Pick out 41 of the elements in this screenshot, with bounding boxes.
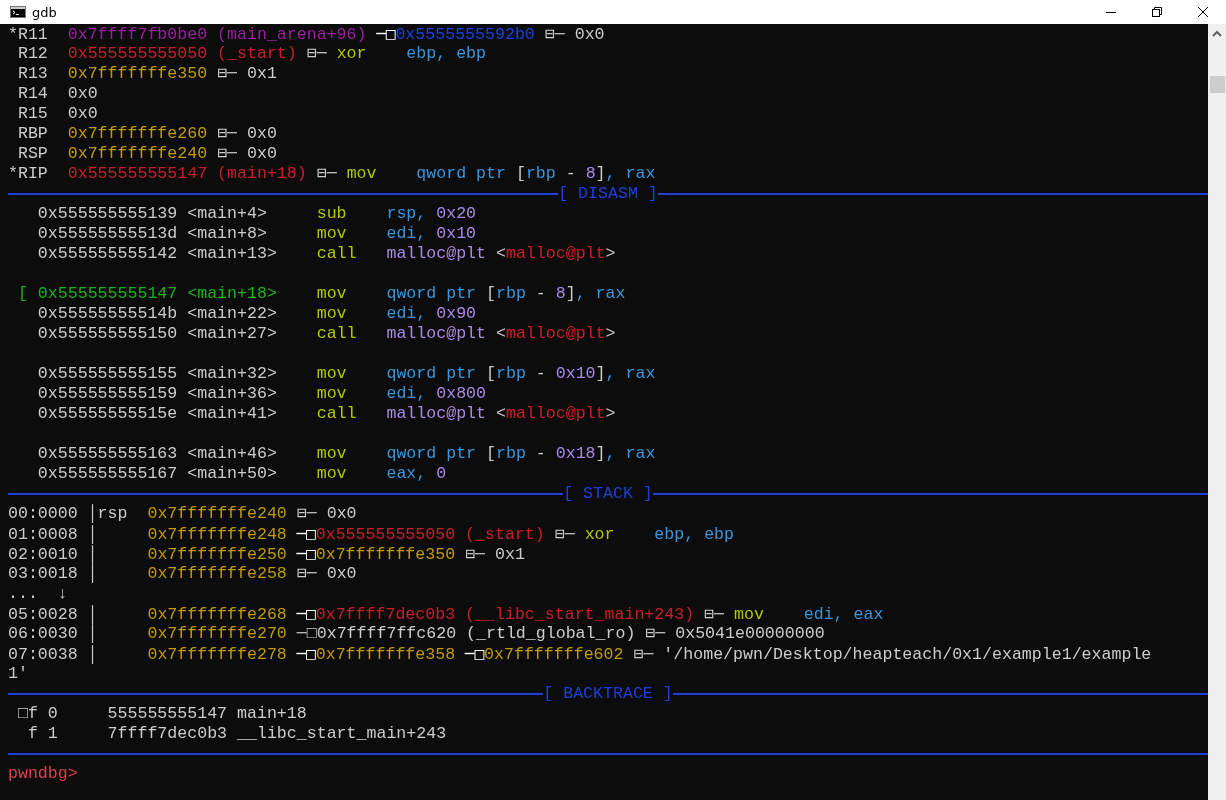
terminal-line: 07:0038 │ 0x7fffffffe278 ─□0x7fffffffe358 ─□0x7fffffffe602 ⊟─ '/home/pwn/Desktop/heapteach/0x1/example1/example xyxy=(8,644,1152,664)
terminal-line: 0x555555555167 <main+50> mov eax, 0 xyxy=(36,464,447,484)
terminal-line: *R11 0x7ffff7fb0be0 (main_arena+96) ─□0x5555555592b0 ⊟─ 0x0 xyxy=(8,24,605,44)
section-title: [ STACK ] xyxy=(563,484,653,504)
terminal-line: 0x555555555155 <main+32> mov qword ptr [rbp - 0x10], rax xyxy=(36,364,656,384)
terminal-line: □f 0 555555555147 main+18 xyxy=(16,704,307,724)
terminal-line: 0x555555555163 <main+46> mov qword ptr [rbp - 0x18], rax xyxy=(36,444,656,464)
terminal-line: R15 0x0 xyxy=(16,104,98,124)
terminal-line: 05:0028 │ 0x7fffffffe268 ─□0x7ffff7dec0b3 (__libc_start_main+243) ⊟─ mov edi, eax xyxy=(8,604,884,624)
terminal-line: 06:0030 │ 0x7fffffffe270 ─□0x7ffff7ffc620 (_rtld_global_ro) ⊟─ 0x5041e00000000 xyxy=(8,624,825,644)
terminal-line: RSP 0x7fffffffe240 ⊟─ 0x0 xyxy=(16,144,277,164)
terminal-line: 0x55555555515e <main+41> call malloc@plt <malloc@plt> xyxy=(36,404,616,424)
terminal-line: 03:0018 │ 0x7fffffffe258 ⊟─ 0x0 xyxy=(8,564,357,584)
terminal-line: 0x55555555513d <main+8> mov edi, 0x10 xyxy=(36,224,477,244)
terminal-line: *RIP 0x555555555147 (main+18) ⊟─ mov qword ptr [rbp - 8], rax xyxy=(8,164,656,184)
close-icon[interactable] xyxy=(1198,7,1208,17)
section-title: [ DISASM ] xyxy=(558,184,658,204)
terminal-line: 00:0000 │rsp 0x7fffffffe240 ⊟─ 0x0 xyxy=(8,504,357,524)
terminal-line: f 1 7ffff7dec0b3 __libc_start_main+243 xyxy=(26,724,447,744)
terminal-line: 02:0010 │ 0x7fffffffe250 ─□0x7fffffffe350 ⊟─ 0x1 xyxy=(8,544,525,564)
terminal-line: RBP 0x7fffffffe260 ⊟─ 0x0 xyxy=(16,124,277,144)
terminal-line: 0x555555555142 <main+13> call malloc@plt <malloc@plt> xyxy=(36,244,616,264)
window-title: gdb xyxy=(32,4,58,20)
terminal-line: 0x55555555514b <main+22> mov edi, 0x90 xyxy=(36,304,477,324)
terminal-line: R12 0x555555555050 (_start) ⊟─ xor ebp, ebp xyxy=(16,44,487,64)
scroll-thumb[interactable] xyxy=(1209,76,1225,93)
terminal-line: 01:0008 │ 0x7fffffffe248 ─□0x555555555050 (_start) ⊟─ xor ebp, ebp xyxy=(8,524,735,544)
terminal-line: pwndbg> xyxy=(8,764,78,784)
scrollbar[interactable] xyxy=(1208,24,1226,800)
terminal-line: 1' xyxy=(8,664,28,684)
terminal-line: 0x555555555150 <main+27> call malloc@plt <malloc@plt> xyxy=(36,324,616,344)
terminal-line: 0x555555555139 <main+4> sub rsp, 0x20 xyxy=(36,204,477,224)
terminal-line: 0x555555555159 <main+36> mov edi, 0x800 xyxy=(36,384,486,404)
terminal-line: R13 0x7fffffffe350 ⊟─ 0x1 xyxy=(16,64,277,84)
terminal-line: R14 0x0 xyxy=(16,84,98,104)
terminal-icon xyxy=(10,6,26,18)
section-title: [ BACKTRACE ] xyxy=(543,684,673,704)
restore-icon[interactable] xyxy=(1152,7,1162,17)
terminal-line: [ 0x555555555147 <main+18> mov qword ptr [rbp - 8], rax xyxy=(16,284,626,304)
scroll-up-icon[interactable] xyxy=(1212,30,1222,38)
terminal-line: ... ↓ xyxy=(8,584,68,604)
